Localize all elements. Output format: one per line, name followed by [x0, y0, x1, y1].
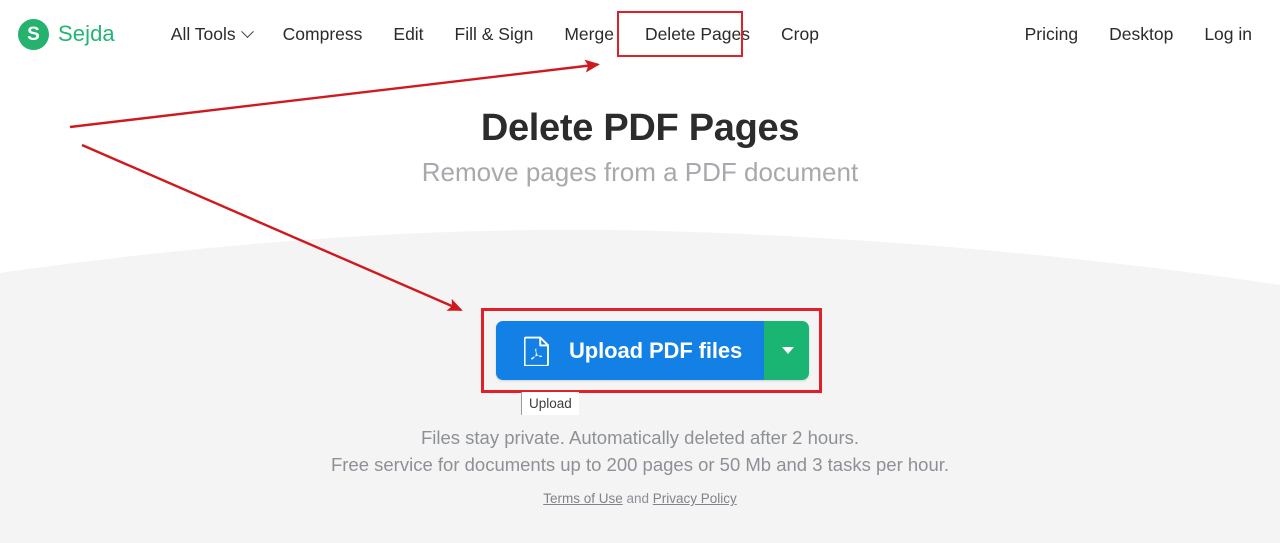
nav-item-log-in[interactable]: Log in — [1194, 17, 1262, 52]
nav-item-desktop[interactable]: Desktop — [1099, 17, 1183, 52]
upload-notes: Files stay private. Automatically delete… — [0, 424, 1280, 506]
upload-button-main[interactable]: Upload PDF files — [496, 321, 765, 380]
nav-item-all-tools-label: All Tools — [170, 23, 236, 44]
upload-button-group: Upload PDF files — [496, 321, 809, 380]
upload-tooltip: Upload — [521, 392, 579, 415]
privacy-note-line-2: Free service for documents up to 200 pag… — [330, 454, 950, 475]
sejda-logo-icon: S — [18, 18, 49, 50]
nav-item-compress[interactable]: Compress — [273, 17, 373, 52]
terms-of-use-link[interactable]: Terms of Use — [543, 491, 623, 506]
nav-item-fill-and-sign[interactable]: Fill & Sign — [445, 17, 544, 52]
top-navigation-bar: S Sejda All Tools Compress Edit Fill & S… — [0, 0, 1280, 68]
brand-name-label: Sejda — [58, 21, 115, 46]
legal-conjunction: and — [622, 491, 653, 506]
page-root: S Sejda All Tools Compress Edit Fill & S… — [0, 0, 1280, 543]
page-subtitle: Remove pages from a PDF document — [421, 157, 859, 187]
nav-item-pricing[interactable]: Pricing — [1015, 17, 1089, 52]
privacy-policy-link[interactable]: Privacy Policy — [653, 491, 737, 506]
page-title: Delete PDF Pages — [480, 107, 800, 149]
upload-button-label: Upload PDF files — [569, 337, 743, 363]
primary-nav-items: All Tools Compress Edit Fill & Sign Merg… — [161, 17, 1015, 52]
chevron-down-icon — [240, 25, 254, 39]
nav-item-merge[interactable]: Merge — [554, 17, 624, 52]
chevron-down-icon — [781, 347, 794, 354]
nav-item-edit[interactable]: Edit — [383, 17, 433, 52]
nav-item-all-tools[interactable]: All Tools — [161, 17, 262, 52]
sejda-logo[interactable]: S Sejda — [18, 18, 115, 50]
upload-dropdown-toggle[interactable] — [764, 321, 809, 380]
nav-item-crop[interactable]: Crop — [771, 17, 829, 52]
pdf-file-icon — [524, 336, 549, 366]
nav-item-delete-pages[interactable]: Delete Pages — [635, 17, 760, 52]
secondary-nav-items: Pricing Desktop Log in — [1015, 17, 1262, 52]
privacy-note-line-1: Files stay private. Automatically delete… — [420, 427, 860, 448]
upload-pdf-files-button[interactable]: Upload PDF files — [496, 321, 809, 380]
legal-links: Terms of Use and Privacy Policy — [0, 491, 1280, 506]
